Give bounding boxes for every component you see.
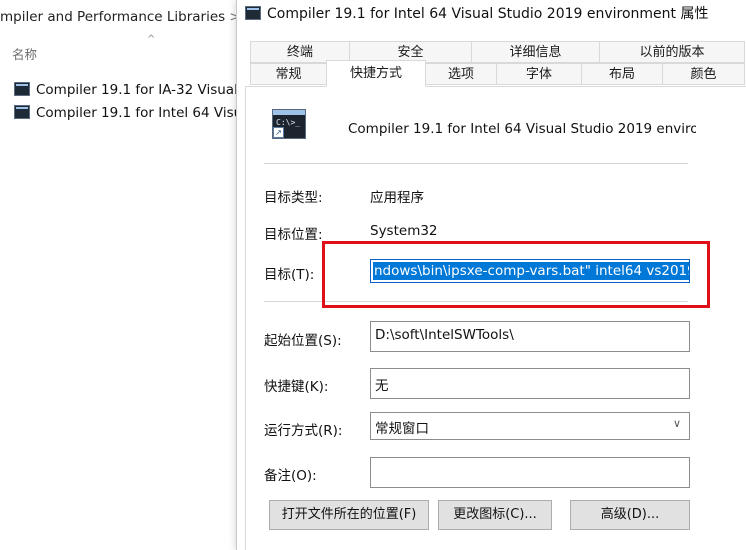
run-select-value: 常规窗口 [375,421,429,437]
breadcrumb[interactable]: mpiler and Performance Libraries > [0,0,236,36]
tab-shortcut[interactable]: 快捷方式 [326,60,426,87]
console-shortcut-icon: C:\>_ ↗ [272,109,306,139]
shortcut-arrow-icon: ↗ [273,127,284,138]
shortcut-name: Compiler 19.1 for Intel 64 Visual Studio… [348,121,696,137]
list-item[interactable]: Compiler 19.1 for Intel 64 Visual Studio… [14,103,236,123]
chevron-right-icon[interactable]: > [229,9,236,25]
comment-label: 备注(O): [264,468,317,484]
shortcut-key-label: 快捷键(K): [264,379,329,395]
run-label: 运行方式(R): [264,423,343,439]
tab-font[interactable]: 字体 [496,63,582,85]
start-in-input[interactable]: D:\soft\IntelSWTools\ [370,321,690,352]
target-type-label: 目标类型: [264,190,323,206]
comment-input[interactable] [370,457,690,488]
list-item[interactable]: Compiler 19.1 for IA-32 Visual Studio 20… [14,80,236,100]
console-shortcut-icon [14,105,30,119]
properties-dialog: Compiler 19.1 for Intel 64 Visual Studio… [236,0,746,550]
tab-previous-versions[interactable]: 以前的版本 [599,41,745,63]
target-type-value: 应用程序 [370,190,424,206]
tab-details[interactable]: 详细信息 [471,41,600,63]
start-in-label: 起始位置(S): [264,333,342,349]
column-header-name[interactable]: 名称 [12,44,37,63]
console-shortcut-icon [14,82,30,96]
tab-options[interactable]: 选项 [425,63,497,85]
open-file-location-button[interactable]: 打开文件所在的位置(F) [269,500,429,530]
list-item-label: Compiler 19.1 for Intel 64 Visual Studio… [36,105,236,121]
breadcrumb-label[interactable]: mpiler and Performance Libraries [0,9,225,25]
console-window-icon [245,6,261,20]
highlight-box [322,241,710,308]
sort-ascending-icon: ^ [147,34,156,45]
tab-layout[interactable]: 布局 [581,63,663,85]
target-location-label: 目标位置: [264,227,323,243]
title-bar[interactable]: Compiler 19.1 for Intel 64 Visual Studio… [237,0,746,28]
target-label: 目标(T): [264,267,315,283]
divider [264,163,688,164]
target-location-value: System32 [370,223,438,239]
change-icon-button[interactable]: 更改图标(C)... [438,500,552,530]
run-select[interactable]: 常规窗口 ∨ [370,412,690,440]
advanced-button[interactable]: 高级(D)... [570,500,690,530]
shortcut-key-input[interactable]: 无 [370,368,690,399]
chevron-down-icon[interactable]: ∨ [673,417,681,430]
tab-colors[interactable]: 颜色 [662,63,745,85]
tab-general[interactable]: 常规 [250,63,327,85]
dialog-title: Compiler 19.1 for Intel 64 Visual Studio… [267,6,709,22]
list-item-label: Compiler 19.1 for IA-32 Visual Studio 20… [36,82,236,98]
shortcut-tab-panel: C:\>_ ↗ Compiler 19.1 for Intel 64 Visua… [245,86,746,550]
explorer-window: mpiler and Performance Libraries > ^ 名称 C… [0,0,236,550]
